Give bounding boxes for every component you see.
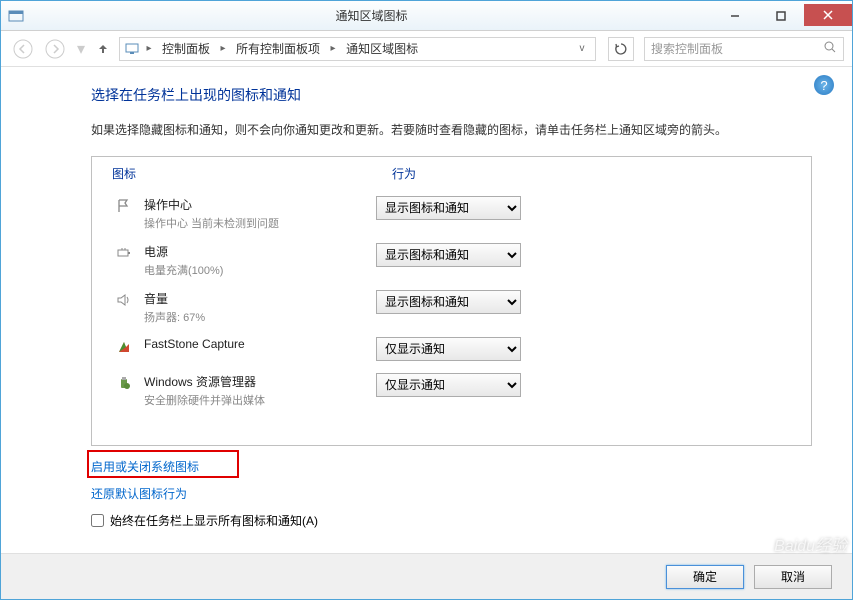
col-header-icon: 图标: [112, 165, 392, 182]
icons-panel: 图标 行为 操作中心操作中心 当前未检测到问题显示图标和通知电源电量充满(100…: [91, 156, 812, 446]
window: 通知区域图标 ▾ ▸ 控制面板 ▸ 所有控制面板项 ▸ 通知区域图标 v 搜索控…: [0, 0, 853, 600]
back-button[interactable]: [9, 35, 37, 63]
behavior-select[interactable]: 仅显示通知: [376, 373, 521, 397]
footer: 确定 取消: [1, 553, 852, 599]
always-show-checkbox[interactable]: [91, 514, 104, 527]
row-title: Windows 资源管理器: [144, 373, 376, 390]
always-show-checkbox-row: 始终在任务栏上显示所有图标和通知(A): [91, 512, 812, 529]
row-subtitle: 扬声器: 67%: [144, 309, 376, 325]
chevron-right-icon: ▸: [216, 43, 230, 54]
row-subtitle: 电量充满(100%): [144, 262, 376, 278]
col-header-behavior: 行为: [392, 165, 791, 182]
always-show-label: 始终在任务栏上显示所有图标和通知(A): [110, 512, 318, 529]
row-subtitle: 安全删除硬件并弹出媒体: [144, 392, 376, 408]
toggle-system-icons-link[interactable]: 启用或关闭系统图标: [91, 458, 812, 475]
table-row: 操作中心操作中心 当前未检测到问题显示图标和通知: [92, 190, 811, 237]
monitor-icon: [124, 41, 140, 57]
help-icon[interactable]: ?: [814, 75, 834, 95]
flag-icon: [112, 196, 136, 214]
navbar: ▾ ▸ 控制面板 ▸ 所有控制面板项 ▸ 通知区域图标 v 搜索控制面板: [1, 31, 852, 67]
up-button[interactable]: [93, 42, 113, 56]
table-row: 电源电量充满(100%)显示图标和通知: [92, 237, 811, 284]
forward-button[interactable]: [41, 35, 69, 63]
dropdown-chevron[interactable]: ▾: [77, 39, 85, 59]
cancel-button[interactable]: 取消: [754, 565, 832, 589]
search-placeholder: 搜索控制面板: [651, 40, 723, 57]
window-title: 通知区域图标: [31, 7, 712, 24]
breadcrumb-dropdown[interactable]: v: [573, 43, 591, 54]
chevron-right-icon: ▸: [326, 43, 340, 54]
battery-icon: [112, 243, 136, 261]
page-title: 选择在任务栏上出现的图标和通知: [91, 85, 812, 105]
behavior-select[interactable]: 显示图标和通知: [376, 196, 521, 220]
row-title: 操作中心: [144, 196, 376, 213]
breadcrumb-item[interactable]: 所有控制面板项: [232, 40, 324, 57]
breadcrumb[interactable]: ▸ 控制面板 ▸ 所有控制面板项 ▸ 通知区域图标 v: [119, 37, 596, 61]
ok-button[interactable]: 确定: [666, 565, 744, 589]
behavior-select[interactable]: 显示图标和通知: [376, 243, 521, 267]
app-icon: [1, 8, 31, 24]
search-icon: [823, 40, 837, 57]
usb-icon: [112, 373, 136, 391]
faststone-icon: [112, 337, 136, 355]
table-row: 音量扬声器: 67%显示图标和通知: [92, 284, 811, 331]
row-title: 音量: [144, 290, 376, 307]
links-section: 启用或关闭系统图标 还原默认图标行为: [91, 458, 812, 502]
content-area: ? 选择在任务栏上出现的图标和通知 如果选择隐藏图标和通知，则不会向你通知更改和…: [1, 67, 852, 553]
speaker-icon: [112, 290, 136, 308]
refresh-button[interactable]: [608, 37, 634, 61]
behavior-select[interactable]: 仅显示通知: [376, 337, 521, 361]
row-subtitle: 操作中心 当前未检测到问题: [144, 215, 376, 231]
search-input[interactable]: 搜索控制面板: [644, 37, 844, 61]
window-controls: [712, 5, 852, 27]
minimize-button[interactable]: [712, 5, 758, 27]
table-row: Windows 资源管理器安全删除硬件并弹出媒体仅显示通知: [92, 367, 811, 414]
close-button[interactable]: [804, 4, 852, 26]
row-title: 电源: [144, 243, 376, 260]
row-title: FastStone Capture: [144, 337, 376, 351]
breadcrumb-item[interactable]: 控制面板: [158, 40, 214, 57]
maximize-button[interactable]: [758, 5, 804, 27]
chevron-right-icon: ▸: [142, 43, 156, 54]
restore-default-link[interactable]: 还原默认图标行为: [91, 485, 812, 502]
page-description: 如果选择隐藏图标和通知，则不会向你通知更改和更新。若要随时查看隐藏的图标，请单击…: [91, 121, 812, 140]
behavior-select[interactable]: 显示图标和通知: [376, 290, 521, 314]
table-row: FastStone Capture仅显示通知: [92, 331, 811, 367]
breadcrumb-item[interactable]: 通知区域图标: [342, 40, 422, 57]
table-header: 图标 行为: [92, 165, 811, 190]
titlebar: 通知区域图标: [1, 1, 852, 31]
